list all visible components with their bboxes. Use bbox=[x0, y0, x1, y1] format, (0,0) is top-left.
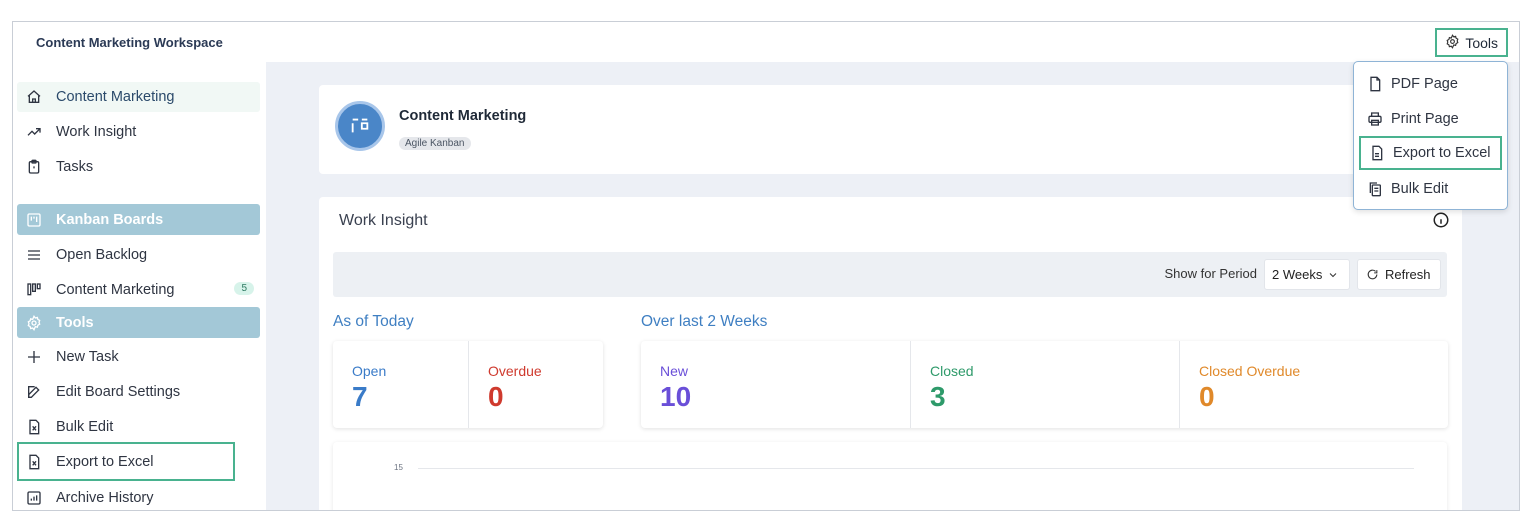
menu-item-pdf-page[interactable]: PDF Page bbox=[1359, 67, 1502, 101]
insight-chart: 15 bbox=[333, 442, 1447, 510]
sidebar-item-label: Open Backlog bbox=[56, 247, 148, 263]
clipboard-icon bbox=[25, 158, 43, 176]
sidebar-section-tools[interactable]: Tools bbox=[17, 307, 260, 338]
as-of-today-label: As of Today bbox=[333, 313, 414, 330]
board-avatar bbox=[335, 101, 385, 151]
tools-button-label: Tools bbox=[1465, 34, 1498, 51]
sidebar-item-label: Content Marketing bbox=[56, 282, 175, 298]
stat-value: 0 bbox=[488, 381, 504, 412]
sidebar-item-label: New Task bbox=[56, 349, 119, 365]
stat-overdue: Overdue 0 bbox=[468, 341, 603, 428]
workspace-title: Content Marketing Workspace bbox=[36, 35, 223, 50]
sidebar-section-kanban-boards[interactable]: Kanban Boards bbox=[17, 204, 260, 235]
sidebar-item-bulk-edit[interactable]: Bulk Edit bbox=[17, 412, 260, 442]
sidebar-item-label: Bulk Edit bbox=[56, 419, 114, 435]
gear-icon bbox=[1445, 33, 1460, 52]
refresh-icon bbox=[1367, 269, 1378, 280]
excel-file-icon bbox=[25, 418, 43, 436]
list-icon bbox=[25, 246, 43, 264]
app-window: Content Marketing Workspace Tools Conten… bbox=[12, 21, 1520, 511]
stat-label: Overdue bbox=[488, 363, 542, 379]
file-text-icon bbox=[1372, 145, 1383, 161]
period-filter-label: Show for Period bbox=[1164, 266, 1258, 281]
period-select-value: 2 Weeks bbox=[1272, 267, 1323, 282]
menu-item-label: Bulk Edit bbox=[1391, 181, 1449, 197]
work-insight-title: Work Insight bbox=[339, 212, 428, 229]
gear-icon bbox=[25, 314, 43, 332]
menu-item-print-page[interactable]: Print Page bbox=[1359, 102, 1502, 136]
board-title: Content Marketing bbox=[399, 108, 527, 124]
top-bar: Content Marketing Workspace Tools bbox=[13, 22, 1519, 62]
sidebar-item-new-task[interactable]: New Task bbox=[17, 342, 260, 372]
stat-new: New 10 bbox=[641, 341, 910, 428]
period-filter-bar: Show for Period 2 Weeks Refresh bbox=[333, 252, 1447, 297]
chart-gridline bbox=[418, 468, 1414, 469]
sidebar-item-tasks[interactable]: Tasks bbox=[17, 152, 260, 182]
refresh-button[interactable]: Refresh bbox=[1357, 259, 1441, 290]
stat-label: New bbox=[660, 363, 689, 379]
y-tick-label: 15 bbox=[394, 463, 403, 472]
main-content: Content Marketing Agile Kanban Work Insi… bbox=[266, 62, 1519, 510]
sidebar-item-edit-board-settings[interactable]: Edit Board Settings bbox=[17, 377, 260, 407]
excel-file-icon bbox=[25, 453, 43, 471]
stat-label: Closed bbox=[930, 363, 974, 379]
stat-open: Open 7 bbox=[333, 341, 468, 428]
stat-closed-overdue: Closed Overdue 0 bbox=[1179, 341, 1448, 428]
trend-icon bbox=[25, 123, 43, 141]
edit-icon bbox=[25, 383, 43, 401]
refresh-button-label: Refresh bbox=[1385, 267, 1431, 282]
sidebar-item-board-content-marketing[interactable]: Content Marketing 5 bbox=[17, 275, 260, 305]
board-columns-icon bbox=[25, 281, 43, 299]
file-icon bbox=[1370, 76, 1381, 92]
board-type-tag: Agile Kanban bbox=[399, 137, 471, 150]
period-group-label: Over last 2 Weeks bbox=[641, 313, 768, 330]
sidebar-section-label: Tools bbox=[56, 314, 94, 331]
work-insight-card: Work Insight Show for Period 2 Weeks Ref… bbox=[319, 197, 1462, 510]
period-stats-panel: New 10 Closed 3 Closed Overdue 0 bbox=[641, 341, 1448, 428]
menu-item-export-to-excel[interactable]: Export to Excel bbox=[1359, 136, 1502, 170]
menu-item-label: Print Page bbox=[1391, 111, 1459, 127]
chart-box-icon bbox=[25, 489, 43, 507]
stat-value: 0 bbox=[1199, 381, 1215, 412]
sidebar-item-archive-history[interactable]: Archive History bbox=[17, 483, 260, 510]
stat-value: 10 bbox=[660, 381, 692, 412]
printer-icon bbox=[1368, 112, 1382, 126]
sidebar-item-label: Export to Excel bbox=[56, 454, 154, 470]
menu-item-bulk-edit[interactable]: Bulk Edit bbox=[1359, 172, 1502, 206]
stat-closed: Closed 3 bbox=[910, 341, 1179, 428]
count-badge: 5 bbox=[234, 282, 254, 295]
plus-icon bbox=[25, 348, 43, 366]
stat-value: 7 bbox=[352, 381, 368, 412]
stat-label: Closed Overdue bbox=[1199, 363, 1301, 379]
chevron-down-icon bbox=[1329, 272, 1337, 277]
sidebar: Content Marketing Work Insight Tasks Kan… bbox=[13, 62, 266, 510]
sidebar-item-label: Edit Board Settings bbox=[56, 384, 181, 400]
board-icon bbox=[351, 118, 369, 133]
period-select[interactable]: 2 Weeks bbox=[1264, 259, 1350, 290]
sidebar-item-label: Tasks bbox=[56, 159, 94, 175]
sidebar-item-label: Archive History bbox=[56, 490, 154, 506]
tools-dropdown-menu: PDF Page Print Page Export to Excel Bulk… bbox=[1353, 61, 1508, 210]
menu-item-label: Export to Excel bbox=[1393, 145, 1491, 161]
menu-item-label: PDF Page bbox=[1391, 76, 1458, 92]
stat-label: Open bbox=[352, 363, 387, 379]
home-icon bbox=[25, 88, 43, 106]
sidebar-item-content-marketing[interactable]: Content Marketing bbox=[17, 82, 260, 112]
sidebar-item-open-backlog[interactable]: Open Backlog bbox=[17, 240, 260, 270]
sidebar-item-label: Content Marketing bbox=[56, 89, 175, 105]
sidebar-item-label: Work Insight bbox=[56, 124, 137, 140]
sidebar-item-work-insight[interactable]: Work Insight bbox=[17, 117, 260, 147]
tools-button[interactable]: Tools bbox=[1435, 28, 1508, 57]
sidebar-item-export-to-excel[interactable]: Export to Excel bbox=[17, 447, 260, 477]
sidebar-section-label: Kanban Boards bbox=[56, 211, 164, 228]
today-stats-panel: Open 7 Overdue 0 bbox=[333, 341, 603, 428]
stat-value: 3 bbox=[930, 381, 946, 412]
info-icon[interactable] bbox=[1432, 211, 1450, 229]
kanban-icon bbox=[25, 211, 43, 229]
copy-icon bbox=[1369, 182, 1381, 197]
board-header-card: Content Marketing Agile Kanban bbox=[319, 85, 1462, 174]
